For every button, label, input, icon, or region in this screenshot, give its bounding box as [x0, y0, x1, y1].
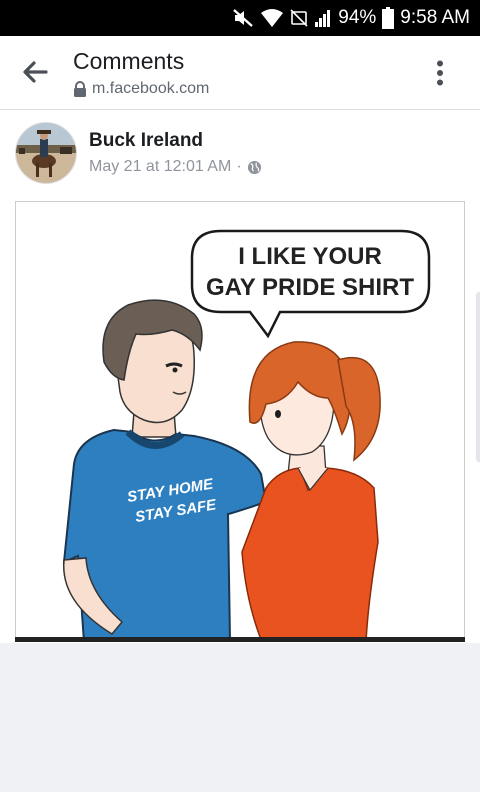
mute-icon	[232, 8, 254, 28]
post-timestamp: May 21 at 12:01 AM ·	[89, 158, 262, 176]
status-icons: 94% 9:58 AM	[232, 0, 470, 36]
page-title: Comments	[73, 48, 185, 74]
battery-percentage: 94%	[338, 7, 377, 28]
post-image[interactable]: I LIKE YOUR GAY PRIDE SHIRT STAY HOME ST…	[15, 201, 465, 641]
more-options-button[interactable]	[428, 58, 452, 88]
comments-header: Comments m.facebook.com	[0, 36, 480, 110]
scroll-handle[interactable]	[476, 292, 480, 462]
back-button[interactable]	[20, 58, 50, 86]
bubble-line-1: I LIKE YOUR	[238, 243, 382, 270]
no-sim-icon	[290, 9, 308, 27]
signal-icon	[314, 8, 332, 28]
post-header: Buck Ireland May 21 at 12:01 AM ·	[15, 122, 262, 184]
meta-separator: ·	[236, 158, 242, 175]
post-meta: Buck Ireland May 21 at 12:01 AM ·	[89, 122, 262, 184]
bubble-line-2: GAY PRIDE SHIRT	[206, 274, 414, 301]
more-vertical-icon	[437, 60, 443, 86]
clock: 9:58 AM	[400, 7, 470, 28]
globe-icon	[247, 160, 261, 174]
status-bar: 94% 9:58 AM	[0, 0, 480, 36]
image-bottom-border	[15, 637, 465, 642]
lock-icon	[74, 81, 86, 97]
battery-icon	[382, 7, 395, 29]
wifi-icon	[260, 8, 284, 28]
url-text: m.facebook.com	[92, 80, 210, 97]
back-arrow-icon	[23, 61, 48, 83]
avatar[interactable]	[15, 122, 77, 184]
author-name[interactable]: Buck Ireland	[89, 130, 262, 152]
post-card: Buck Ireland May 21 at 12:01 AM · I LIKE…	[0, 110, 480, 643]
post-date[interactable]: May 21 at 12:01 AM	[89, 158, 231, 176]
url-display: m.facebook.com	[73, 80, 209, 98]
